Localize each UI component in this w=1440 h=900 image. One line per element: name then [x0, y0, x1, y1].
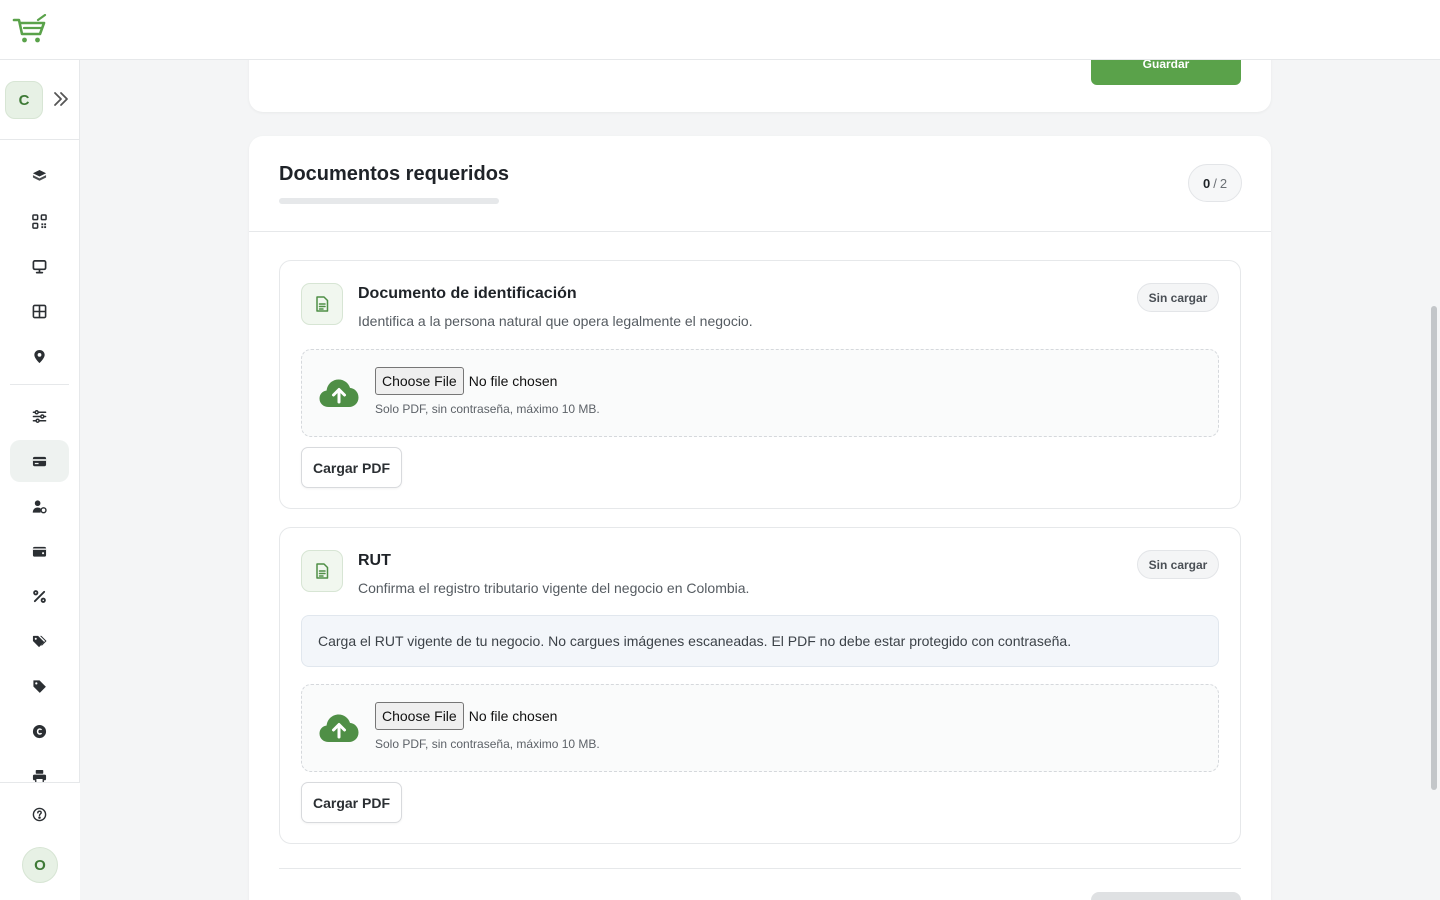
sidebar-footer: O: [0, 782, 80, 900]
credit-card-icon: [32, 456, 47, 466]
file-status-text: No file chosen: [468, 708, 558, 724]
cube-icon: [32, 169, 47, 181]
sidebar-item-products[interactable]: [10, 155, 69, 197]
document-file-icon: [301, 550, 343, 592]
tag-icon: [33, 679, 46, 693]
sidebar-item-wallet[interactable]: [10, 530, 69, 572]
document-title: RUT: [358, 552, 391, 569]
sliders-icon: [32, 409, 47, 423]
file-dropzone[interactable]: Choose File No file chosen Solo PDF, sin…: [301, 349, 1219, 437]
sidebar: C O: [0, 60, 80, 900]
page-scrollbar[interactable]: [1431, 306, 1437, 790]
document-item-identification: Documento de identificación Identifica a…: [279, 260, 1241, 509]
upload-pdf-button[interactable]: Cargar PDF: [301, 782, 402, 823]
footer-divider: [279, 868, 1241, 869]
file-input[interactable]: Choose File No file chosen: [375, 367, 557, 395]
progress-total: 2: [1219, 175, 1228, 191]
workspace-avatar[interactable]: C: [5, 81, 43, 119]
progress-done: 0: [1202, 175, 1211, 191]
sidebar-item-discounts[interactable]: [10, 575, 69, 617]
sidebar-item-locations[interactable]: [10, 335, 69, 377]
sidebar-item-prices[interactable]: [10, 665, 69, 707]
progress-separator: /: [1213, 175, 1217, 191]
status-badge: Sin cargar: [1137, 550, 1219, 579]
file-hint: Solo PDF, sin contraseña, máximo 10 MB.: [375, 402, 600, 416]
document-file-icon: [301, 283, 343, 325]
document-item-rut: RUT Confirma el registro tributario vige…: [279, 527, 1241, 844]
document-info-note: Carga el RUT vigente de tu negocio. No c…: [301, 615, 1219, 667]
sidebar-item-users[interactable]: [10, 485, 69, 527]
upload-pdf-button[interactable]: Cargar PDF: [301, 447, 402, 488]
sidebar-item-qr[interactable]: [10, 200, 69, 242]
workspace-row: C: [0, 60, 80, 140]
card-header: Documentos requeridos 0 / 2: [249, 136, 1271, 232]
monitor-icon: [32, 259, 47, 273]
percent-icon: [33, 589, 46, 603]
sidebar-divider: [10, 384, 69, 385]
file-input[interactable]: Choose File No file chosen: [375, 702, 557, 730]
sidebar-item-payments[interactable]: [10, 440, 69, 482]
choose-file-button[interactable]: Choose File: [375, 367, 464, 395]
top-bar: [0, 0, 1440, 60]
sidebar-item-legal[interactable]: [10, 710, 69, 752]
expand-sidebar-icon[interactable]: [52, 90, 70, 108]
card-title: Documentos requeridos: [279, 163, 510, 185]
submit-documents-button[interactable]: [1091, 892, 1241, 900]
wallet-icon: [32, 546, 47, 557]
help-circle-icon[interactable]: [32, 807, 47, 822]
copyright-icon: [32, 724, 47, 738]
title-underline: [279, 198, 499, 204]
file-dropzone[interactable]: Choose File No file chosen Solo PDF, sin…: [301, 684, 1219, 772]
status-badge: Sin cargar: [1137, 283, 1219, 312]
document-description: Confirma el registro tributario vigente …: [358, 580, 750, 596]
cloud-upload-icon: [319, 714, 359, 742]
sidebar-item-tables[interactable]: [10, 290, 69, 332]
document-title: Documento de identificación: [358, 285, 577, 302]
choose-file-button[interactable]: Choose File: [375, 702, 464, 730]
file-status-text: No file chosen: [468, 373, 558, 389]
sidebar-item-pos[interactable]: [10, 245, 69, 287]
qr-code-icon: [32, 213, 47, 229]
grid-icon: [32, 304, 47, 318]
location-pin-icon: [34, 349, 45, 363]
user-avatar[interactable]: O: [22, 847, 58, 883]
shopping-cart-logo-icon[interactable]: [12, 14, 48, 46]
sidebar-item-promotions[interactable]: [10, 620, 69, 662]
required-documents-card: Documentos requeridos 0 / 2 Documento de…: [249, 136, 1271, 900]
user-settings-icon: [32, 499, 47, 513]
documents-progress-badge: 0 / 2: [1188, 164, 1242, 202]
document-description: Identifica a la persona natural que oper…: [358, 313, 753, 329]
sidebar-item-settings[interactable]: [10, 395, 69, 437]
file-hint: Solo PDF, sin contraseña, máximo 10 MB.: [375, 737, 600, 751]
tags-icon: [32, 635, 47, 647]
cloud-upload-icon: [319, 379, 359, 407]
